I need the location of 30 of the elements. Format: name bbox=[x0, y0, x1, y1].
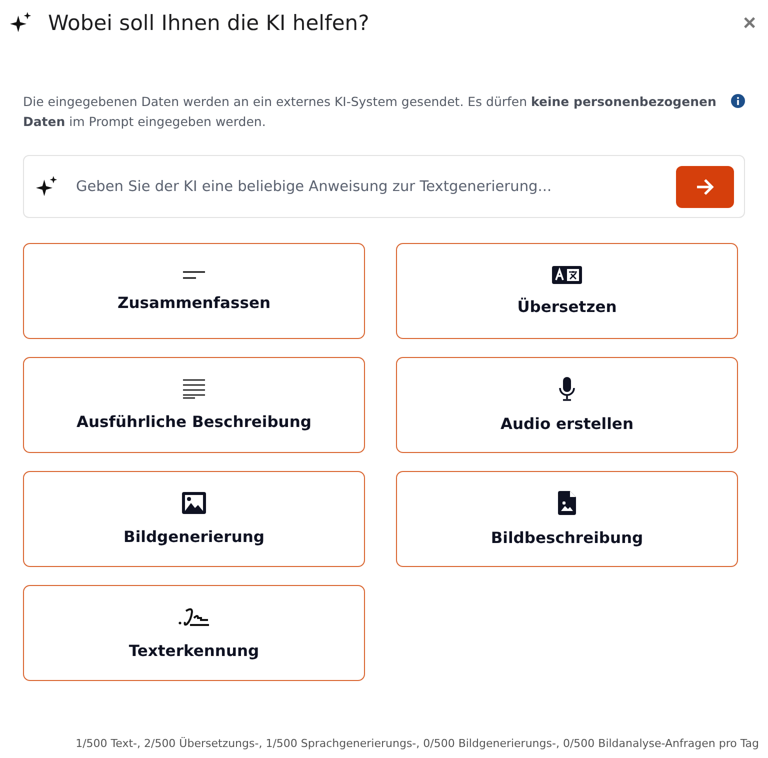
info-icon[interactable] bbox=[731, 94, 745, 108]
image-icon bbox=[182, 492, 206, 514]
action-label: Übersetzen bbox=[517, 298, 617, 316]
text-lines-icon bbox=[183, 379, 205, 399]
dialog-title: Wobei soll Ihnen die KI helfen? bbox=[48, 11, 370, 35]
arrow-right-icon bbox=[696, 178, 714, 194]
sparkle-icon bbox=[10, 12, 32, 34]
action-label: Audio erstellen bbox=[500, 415, 634, 433]
action-card[interactable]: Audio erstellen bbox=[396, 357, 738, 453]
send-button[interactable] bbox=[676, 166, 734, 208]
translate-icon bbox=[552, 266, 582, 284]
action-label: Texterkennung bbox=[128, 642, 260, 660]
close-button[interactable]: × bbox=[737, 12, 762, 34]
action-card[interactable]: Bildgenerierung bbox=[23, 471, 365, 567]
action-card[interactable]: Texterkennung bbox=[23, 585, 365, 681]
short-lines-icon bbox=[183, 270, 205, 280]
action-card[interactable]: Übersetzen bbox=[396, 243, 738, 339]
image-file-icon bbox=[558, 491, 576, 515]
action-label: Bildgenerierung bbox=[124, 528, 264, 546]
sparkle-icon bbox=[36, 176, 58, 198]
notice-text: Die eingegebenen Daten werden an ein externes KI-System gesendet. Es dürfen keine personenbezogenen Daten im Prompt eingegeben werden. bbox=[23, 93, 718, 131]
action-label: Zusammenfassen bbox=[117, 294, 270, 312]
action-card[interactable]: Ausführliche Beschreibung bbox=[23, 357, 365, 453]
action-card[interactable]: Bildbeschreibung bbox=[396, 471, 738, 567]
quota-text: 1/500 Text-, 2/500 Übersetzungs-, 1/500 Sprachgenerierungs-, 0/500 Bildgenerierungs-, 0/500 Bildanalyse-Anfragen pro Tag bbox=[74, 737, 759, 750]
action-card[interactable]: Zusammenfassen bbox=[23, 243, 365, 339]
action-label: Ausführliche Beschreibung bbox=[76, 413, 312, 431]
signature-icon bbox=[178, 606, 210, 628]
action-label: Bildbeschreibung bbox=[490, 529, 644, 547]
microphone-icon bbox=[558, 377, 576, 401]
